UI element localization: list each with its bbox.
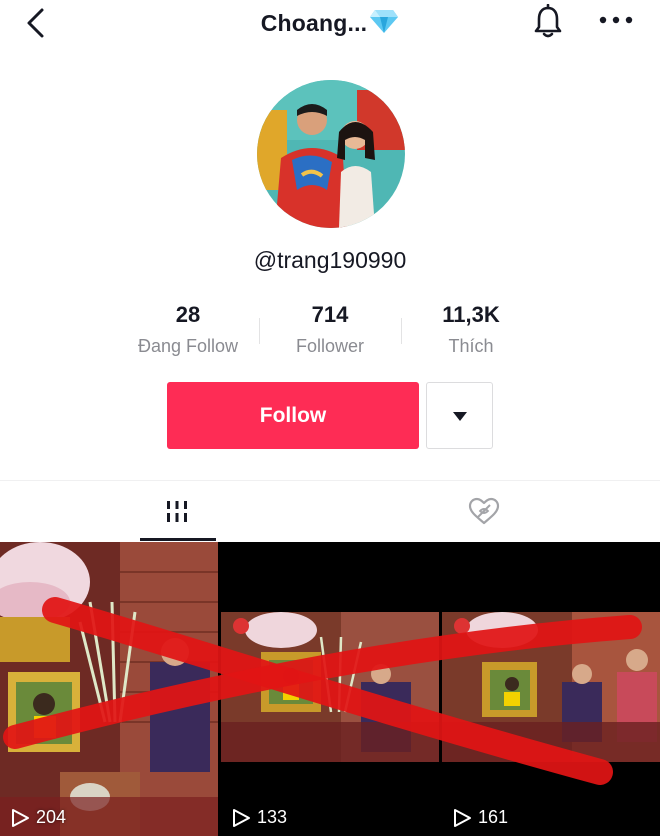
bell-icon[interactable] bbox=[532, 4, 564, 40]
view-count-value: 133 bbox=[257, 807, 288, 827]
video-thumbnail-image bbox=[442, 542, 660, 836]
more-horizontal-icon[interactable] bbox=[598, 10, 634, 30]
tab-videos[interactable] bbox=[70, 481, 290, 543]
username: @trang190990 bbox=[253, 247, 407, 273]
video-thumbnail-image bbox=[221, 542, 439, 836]
top-bar: Choang... bbox=[0, 0, 660, 48]
diamond-icon bbox=[370, 10, 399, 33]
follow-button[interactable]: Follow bbox=[167, 382, 419, 449]
tab-liked-videos[interactable] bbox=[370, 481, 590, 543]
following-stat[interactable]: 28 Đang Follow bbox=[108, 302, 268, 357]
view-count: 133 bbox=[231, 807, 287, 828]
profile-display-name: Choang... bbox=[260, 10, 368, 36]
following-count: 28 bbox=[175, 302, 201, 327]
video-thumbnail[interactable]: 161 bbox=[442, 542, 660, 836]
followers-count: 714 bbox=[311, 302, 349, 327]
profile-stats: 28 Đang Follow 714 Follower 11,3K Thích bbox=[0, 302, 660, 362]
video-grid: 204 133 161 bbox=[0, 542, 660, 836]
stats-divider bbox=[401, 318, 402, 344]
grid-icon bbox=[167, 501, 187, 522]
video-thumbnail-image bbox=[0, 542, 218, 836]
heart-hidden-icon bbox=[468, 497, 500, 525]
video-thumbnail[interactable]: 204 bbox=[0, 542, 218, 836]
likes-count: 11,3K bbox=[442, 302, 500, 327]
view-count: 161 bbox=[452, 807, 508, 828]
likes-stat[interactable]: 11,3K Thích bbox=[391, 302, 551, 357]
play-icon bbox=[233, 808, 250, 827]
active-tab-indicator bbox=[140, 538, 216, 541]
followers-stat[interactable]: 714 Follower bbox=[250, 302, 410, 357]
following-label: Đang Follow bbox=[137, 336, 239, 356]
stats-divider bbox=[259, 318, 260, 344]
suggested-accounts-button[interactable] bbox=[426, 382, 493, 449]
play-icon bbox=[12, 808, 29, 827]
view-count: 204 bbox=[10, 807, 66, 828]
profile-tabs bbox=[0, 480, 660, 542]
play-icon bbox=[454, 808, 471, 827]
caret-down-icon bbox=[453, 412, 467, 421]
view-count-value: 204 bbox=[36, 807, 67, 827]
followers-label: Follower bbox=[295, 336, 365, 356]
profile-photo bbox=[257, 80, 405, 228]
view-count-value: 161 bbox=[478, 807, 509, 827]
video-thumbnail[interactable]: 133 bbox=[221, 542, 439, 836]
likes-label: Thích bbox=[448, 336, 494, 356]
avatar[interactable] bbox=[257, 80, 405, 228]
